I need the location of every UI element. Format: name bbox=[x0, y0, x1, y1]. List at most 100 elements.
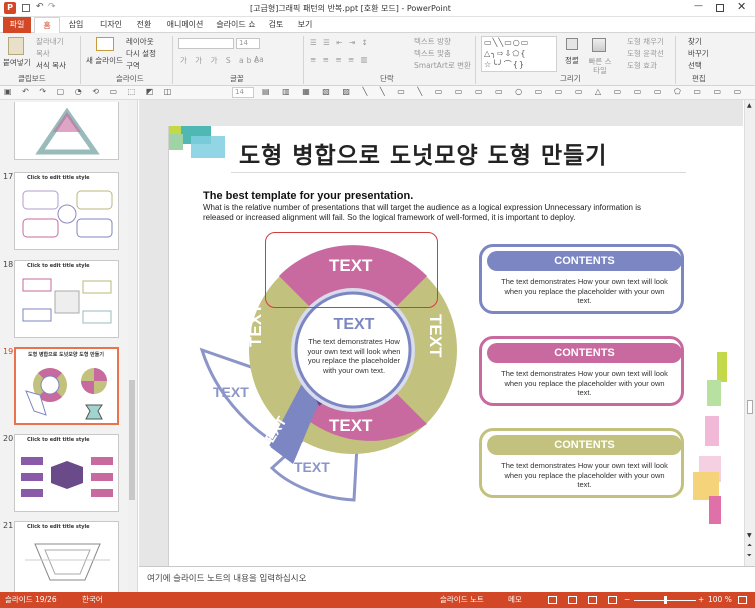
toolbar-icons[interactable]: ▣ ↶ ↷ ▢ ◔ ⟲ ▭ ⬚ ◩ ◫ bbox=[4, 87, 175, 96]
reset-button[interactable]: 다시 설정 bbox=[126, 48, 156, 59]
bottom-wedge-label[interactable]: TEXT bbox=[294, 459, 330, 475]
thumbnail-21-graphic bbox=[25, 543, 110, 581]
zoom-level[interactable]: 100 % bbox=[708, 592, 732, 608]
tab-transitions[interactable]: 전환 bbox=[131, 17, 157, 33]
thumbnail-16[interactable] bbox=[14, 102, 119, 160]
thumbnail-17-graphic bbox=[22, 190, 113, 238]
fit-slide-icon[interactable] bbox=[738, 596, 747, 604]
tab-slideshow[interactable]: 슬라이드 쇼 bbox=[212, 17, 260, 33]
shape-outline-button[interactable]: 도형 윤곽선 bbox=[627, 48, 664, 59]
prev-slide-icon[interactable]: ⏶ bbox=[747, 542, 752, 550]
tab-review[interactable]: 검토 bbox=[263, 17, 289, 33]
deco-tile bbox=[169, 134, 183, 150]
font-size-combobox[interactable]: 14 bbox=[236, 38, 260, 49]
section-button[interactable]: 구역 bbox=[126, 60, 140, 71]
arrange-icon[interactable] bbox=[566, 38, 578, 50]
thumbnail-17[interactable]: Click to edit title style bbox=[14, 172, 119, 250]
segment-left-label[interactable]: TEXT bbox=[246, 304, 266, 347]
new-slide-icon[interactable] bbox=[96, 37, 114, 51]
left-wedge-label[interactable]: TEXT bbox=[213, 384, 249, 400]
text-direction-button[interactable]: 텍스트 방향 bbox=[414, 36, 451, 47]
minimize-icon[interactable]: — bbox=[694, 1, 703, 11]
paste-icon[interactable] bbox=[8, 37, 24, 55]
scroll-thumb[interactable] bbox=[747, 400, 753, 414]
contents-box-2[interactable]: CONTENTS The text demonstrates How your … bbox=[479, 336, 684, 406]
thumbnail-20-graphic bbox=[21, 457, 113, 497]
normal-view-icon[interactable] bbox=[548, 596, 557, 604]
format-painter-button[interactable]: 서식 복사 bbox=[36, 60, 66, 71]
redo-icon[interactable]: ↷ bbox=[48, 2, 56, 12]
segment-top-label[interactable]: TEXT bbox=[329, 256, 372, 276]
contents-box-1[interactable]: CONTENTS The text demonstrates How your … bbox=[479, 244, 684, 314]
deco-tile bbox=[191, 136, 225, 158]
thumbnail-number: 18 bbox=[3, 260, 14, 269]
notes-placeholder: 여기에 슬라이드 노트의 내용을 입력하십시오 bbox=[147, 574, 307, 584]
thumbnail-19-selected[interactable]: 도형 병합으로 도넛모양 도형 만들기 bbox=[14, 347, 119, 425]
cut-button[interactable]: 잘라내기 bbox=[36, 36, 64, 47]
reading-view-icon[interactable] bbox=[588, 596, 597, 604]
zoom-in-icon[interactable]: + bbox=[698, 592, 704, 608]
close-icon[interactable]: ✕ bbox=[737, 0, 746, 13]
paste-button[interactable]: 붙여넣기 bbox=[3, 57, 31, 68]
arrange-button[interactable]: 정렬 bbox=[565, 55, 579, 66]
slide-description[interactable]: What is the relative number of presentat… bbox=[203, 203, 673, 223]
shape-fill-button[interactable]: 도형 채우기 bbox=[627, 36, 664, 47]
save-icon[interactable] bbox=[22, 4, 30, 12]
slide-scrollbar[interactable]: ▲ ▼ ⏶ ⏷ bbox=[744, 100, 755, 566]
font-case-buttons[interactable]: Aa bbox=[254, 55, 264, 64]
deco-tile bbox=[707, 380, 721, 406]
thumbnail-20[interactable]: Click to edit title style bbox=[14, 434, 119, 512]
slide-title[interactable]: 도형 병합으로 도넛모양 도형 만들기 bbox=[239, 136, 607, 170]
thumbnails-scrollbar[interactable] bbox=[128, 100, 137, 592]
maximize-icon[interactable] bbox=[716, 4, 724, 12]
shape-effects-button[interactable]: 도형 효과 bbox=[627, 60, 657, 71]
thumbnails-scroll-thumb[interactable] bbox=[129, 380, 135, 500]
tab-design[interactable]: 디자인 bbox=[93, 17, 129, 33]
font-name-combobox[interactable] bbox=[178, 38, 234, 49]
language-indicator[interactable]: 한국어 bbox=[82, 592, 103, 608]
select-button[interactable]: 선택 bbox=[688, 60, 702, 71]
slide-subtitle[interactable]: The best template for your presentation. bbox=[203, 190, 413, 202]
zoom-slider-thumb[interactable] bbox=[664, 596, 667, 604]
tab-insert[interactable]: 삽입 bbox=[62, 17, 90, 33]
center-body[interactable]: The text demonstrates How your own text … bbox=[303, 337, 405, 375]
qat-font-size[interactable]: 14 bbox=[232, 87, 254, 98]
zoom-out-icon[interactable]: − bbox=[624, 592, 630, 608]
copy-button[interactable]: 복사 bbox=[36, 48, 50, 59]
segment-right-label[interactable]: TEXT bbox=[425, 314, 445, 357]
scroll-up-icon[interactable]: ▲ bbox=[747, 102, 752, 109]
scroll-down-icon[interactable]: ▼ bbox=[747, 532, 752, 539]
segment-bottom-label[interactable]: TEXT bbox=[329, 416, 372, 436]
font-format-buttons[interactable]: 가 가 가 S abc bbox=[180, 55, 261, 66]
tab-file[interactable]: 파일 bbox=[3, 17, 31, 33]
tab-animations[interactable]: 애니메이션 bbox=[161, 17, 209, 33]
new-slide-button[interactable]: 새 슬라이드 bbox=[86, 55, 123, 66]
contents-body: The text demonstrates How your own text … bbox=[501, 277, 668, 305]
find-button[interactable]: 찾기 bbox=[688, 36, 702, 47]
ribbon: 붙여넣기 잘라내기 복사 서식 복사 클립보드 새 슬라이드 레이아웃 다시 설… bbox=[0, 33, 755, 86]
next-slide-icon[interactable]: ⏷ bbox=[747, 552, 752, 560]
sorter-view-icon[interactable] bbox=[568, 596, 577, 604]
tab-home[interactable]: 홈 bbox=[34, 17, 60, 33]
quick-styles-icon[interactable] bbox=[592, 38, 606, 52]
notes-pane[interactable]: 여기에 슬라이드 노트의 내용을 입력하십시오 bbox=[139, 566, 755, 592]
toolbar-icons-2[interactable]: ▤ ▥ ▦ ▧ ▨ ╲ ╲ ▭ ╲ ▭ ▭ ▭ ▭ ○ ▭ ▭ ▭ △ ▭ ▭ … bbox=[262, 87, 746, 96]
list-buttons[interactable]: ☰ ☰ ⇤ ⇥ ↕ bbox=[310, 38, 370, 47]
slide-canvas[interactable]: 도형 병합으로 도넛모양 도형 만들기 The best template fo… bbox=[168, 126, 746, 568]
layout-button[interactable]: 레이아웃 bbox=[126, 36, 154, 47]
quick-styles-button[interactable]: 빠른 스타일 bbox=[586, 57, 614, 75]
smartart-button[interactable]: SmartArt로 변환 bbox=[414, 60, 471, 71]
memo-button[interactable]: 메모 bbox=[508, 592, 522, 608]
align-text-button[interactable]: 텍스트 맞춤 bbox=[414, 48, 451, 59]
shapes-gallery[interactable]: ▭╲╲▭○▭ △╮⇨⇩⬠{☆╰╯⌒{} bbox=[481, 36, 557, 72]
undo-icon[interactable]: ↶ bbox=[36, 2, 44, 12]
thumbnail-21[interactable]: Click to edit title style bbox=[14, 521, 119, 592]
thumbnail-18[interactable]: Click to edit title style bbox=[14, 260, 119, 338]
tab-view[interactable]: 보기 bbox=[292, 17, 318, 33]
contents-box-3[interactable]: CONTENTS The text demonstrates How your … bbox=[479, 428, 684, 498]
replace-button[interactable]: 바꾸기 bbox=[688, 48, 709, 59]
align-buttons[interactable]: ≡ ≡ ≡ ≡ ▥ bbox=[310, 55, 370, 64]
center-title[interactable]: TEXT bbox=[301, 316, 407, 334]
notes-toggle-button[interactable]: 슬라이드 노트 bbox=[440, 592, 484, 608]
slideshow-view-icon[interactable] bbox=[608, 596, 617, 604]
